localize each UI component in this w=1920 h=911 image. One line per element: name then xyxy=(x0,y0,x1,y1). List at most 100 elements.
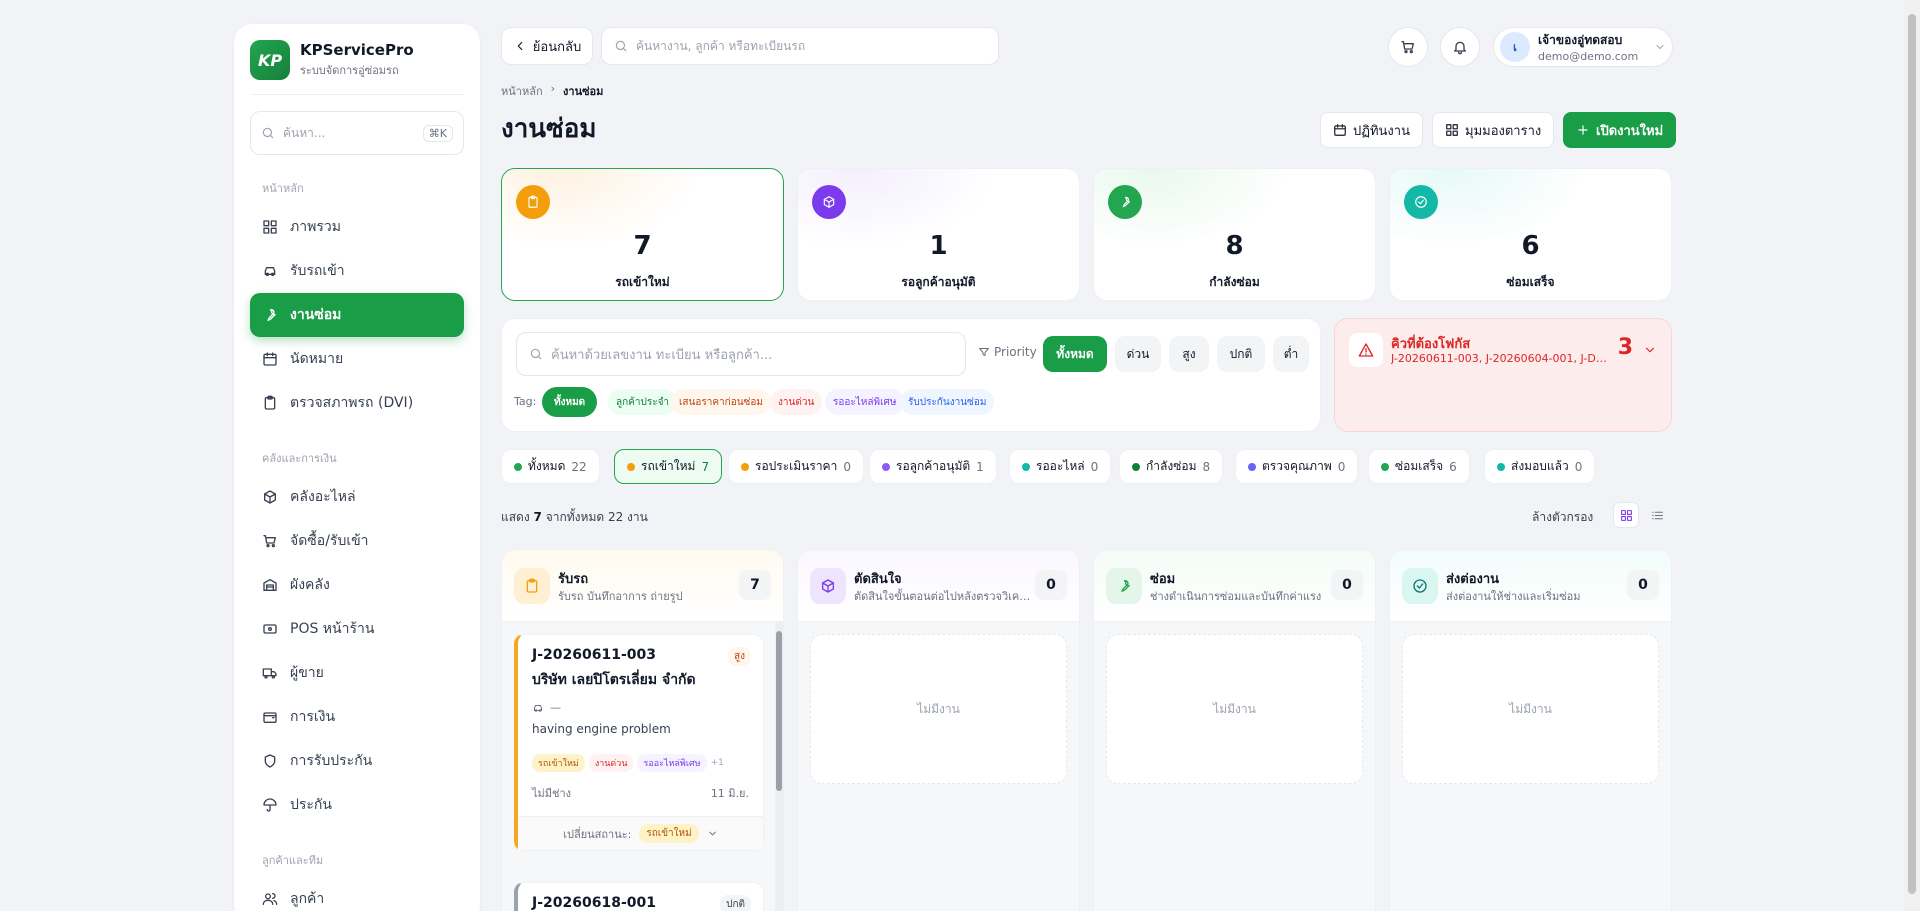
chevron-left-icon xyxy=(517,41,523,51)
back-button[interactable]: ย้อนกลับ xyxy=(501,27,593,65)
sidebar-item-warehouse-map[interactable]: ผังคลัง xyxy=(250,563,464,607)
bell-icon xyxy=(1454,41,1466,55)
column-header: ซ่อม ช่างดำเนินการซ่อมและบันทึกค่าแรง 0 xyxy=(1094,550,1375,622)
focus-queue-panel[interactable]: คิวที่ต้องโฟกัส J-20260611-003, J-202606… xyxy=(1334,318,1672,432)
sidebar-item-label: ผู้ขาย xyxy=(290,665,324,681)
sidebar-item-label: นัดหมาย xyxy=(290,351,344,367)
tag-repair-warranty[interactable]: รับประกันงานซ่อม xyxy=(900,389,995,415)
priority-urgent-button[interactable]: ด่วน xyxy=(1115,336,1161,372)
sidebar-item-vehicle-intake[interactable]: รับรถเข้า xyxy=(250,249,464,293)
breadcrumb-home[interactable]: หน้าหลัก xyxy=(501,82,543,100)
sidebar-item-label: จัดซื้อ/รับเข้า xyxy=(290,533,369,549)
status-chip-all[interactable]: ทั้งหมด 22 xyxy=(501,449,600,484)
page-title: งานซ่อม xyxy=(501,114,597,144)
plus-icon xyxy=(1578,125,1588,135)
scrollbar-thumb[interactable] xyxy=(776,631,782,791)
empty-column-placeholder: ไม่มีงาน xyxy=(1106,634,1363,784)
stat-value: 8 xyxy=(1225,231,1244,261)
status-dot xyxy=(627,462,635,471)
sidebar-item-label: ลูกค้า xyxy=(290,891,325,907)
summary-prefix: แสดง xyxy=(501,510,530,524)
column-count: 0 xyxy=(1035,570,1067,600)
calendar-icon xyxy=(263,352,277,366)
calendar-view-button[interactable]: ปฏิทินงาน xyxy=(1320,112,1423,148)
search-shortcut: ⌘K xyxy=(422,124,453,142)
box-icon xyxy=(264,490,276,504)
sidebar-item-customers[interactable]: ลูกค้า xyxy=(250,877,464,911)
column-scrollbar[interactable] xyxy=(775,621,783,911)
status-chip-quality-check[interactable]: ตรวจคุณภาพ 0 xyxy=(1235,449,1359,484)
job-card[interactable]: J-20260611-003 สูง บริษัท เลยปิโตรเลี่ยม… xyxy=(514,634,764,851)
priority-all-button[interactable]: ทั้งหมด xyxy=(1043,336,1107,372)
tag-urgent[interactable]: งานด่วน xyxy=(770,389,823,415)
priority-normal-button[interactable]: ปกติ xyxy=(1217,336,1265,372)
sidebar-item-dvi[interactable]: ตรวจสภาพรถ (DVI) xyxy=(250,381,464,425)
sidebar-item-overview[interactable]: ภาพรวม xyxy=(250,205,464,249)
clear-filters-link[interactable]: ล้างตัวกรอง xyxy=(1532,508,1593,527)
customer-name: บริษัท เลยปิโตรเลี่ยม จำกัด xyxy=(532,672,696,688)
status-chip-awaiting-approval[interactable]: รอลูกค้าอนุมัติ 1 xyxy=(869,449,997,484)
users-icon xyxy=(262,893,278,905)
job-search-placeholder: ค้นหาด้วยเลขงาน ทะเบียน หรือลูกค้า... xyxy=(551,347,773,363)
page-scrollbar[interactable] xyxy=(1904,0,1920,911)
sidebar-item-purchasing[interactable]: จัดซื้อ/รับเข้า xyxy=(250,519,464,563)
empty-column-placeholder: ไม่มีงาน xyxy=(810,634,1067,784)
job-card[interactable]: J-20260618-001 ปกติ xyxy=(514,882,764,911)
priority-low-button[interactable]: ต่ำ xyxy=(1273,336,1309,372)
clipboard-icon xyxy=(516,185,550,219)
calendar-icon xyxy=(1334,124,1346,136)
notifications-button[interactable] xyxy=(1440,27,1480,67)
kanban-column-handoff: ส่งต่องาน ส่งต่องานให้ช่างและเริ่มซ่อม 0… xyxy=(1389,549,1672,911)
shield-icon xyxy=(264,754,276,768)
chevron-down-icon[interactable] xyxy=(1643,343,1657,357)
stat-card-in-repair[interactable]: 8 กำลังซ่อม xyxy=(1093,168,1376,301)
sidebar-search-input[interactable]: ค้นหา... ⌘K xyxy=(250,111,464,155)
stat-card-completed[interactable]: 6 ซ่อมเสร็จ xyxy=(1389,168,1672,301)
change-status-dropdown[interactable]: เปลี่ยนสถานะ: รถเข้าใหม่ xyxy=(518,816,763,850)
box-icon xyxy=(812,185,846,219)
sidebar-item-insurance[interactable]: ประกัน xyxy=(250,783,464,827)
tag-regular-customer[interactable]: ลูกค้าประจำ xyxy=(608,389,678,415)
new-job-button[interactable]: เปิดงานใหม่ xyxy=(1563,112,1677,148)
priority-badge: ปกติ xyxy=(720,895,751,911)
cart-button[interactable] xyxy=(1388,27,1428,67)
status-chip-new-vehicles[interactable]: รถเข้าใหม่ 7 xyxy=(614,449,723,484)
stat-card-new-vehicles[interactable]: 7 รถเข้าใหม่ xyxy=(501,168,784,301)
status-chip-awaiting-estimate[interactable]: รอประเมินราคา 0 xyxy=(728,449,864,484)
global-search-input[interactable]: ค้นหางาน, ลูกค้า หรือทะเบียนรถ xyxy=(601,27,999,65)
status-dot xyxy=(1497,462,1505,471)
stat-label: ซ่อมเสร็จ xyxy=(1506,275,1555,289)
column-count: 0 xyxy=(1627,570,1659,600)
status-chip-label: รออะไหล่ xyxy=(1036,459,1085,473)
sidebar-item-warranty[interactable]: การรับประกัน xyxy=(250,739,464,783)
column-subtitle: รับรถ บันทึกอาการ ถ่ายรูป xyxy=(558,590,683,603)
list-icon xyxy=(1651,511,1663,519)
stat-label: รอลูกค้าอนุมัติ xyxy=(901,275,976,289)
board-view-toggle[interactable] xyxy=(1613,502,1639,528)
status-chip-delivered[interactable]: ส่งมอบแล้ว 0 xyxy=(1484,449,1596,484)
list-view-toggle[interactable] xyxy=(1644,502,1670,528)
sidebar-item-parts-inventory[interactable]: คลังอะไหล่ xyxy=(250,475,464,519)
sidebar-item-appointments[interactable]: นัดหมาย xyxy=(250,337,464,381)
status-chip-completed[interactable]: ซ่อมเสร็จ 6 xyxy=(1368,449,1470,484)
job-tag: รถเข้าใหม่ xyxy=(532,754,585,772)
column-header: ตัดสินใจ ตัดสินใจขั้นตอนต่อไปหลังตรวจวิเ… xyxy=(798,550,1079,622)
sidebar-item-pos[interactable]: POS หน้าร้าน xyxy=(250,607,464,651)
stat-value: 6 xyxy=(1521,231,1540,261)
status-badge: รถเข้าใหม่ xyxy=(639,824,699,843)
tag-special-parts[interactable]: รออะไหล่พิเศษ xyxy=(825,389,905,415)
status-chip-awaiting-parts[interactable]: รออะไหล่ 0 xyxy=(1009,449,1112,484)
status-chip-in-repair[interactable]: กำลังซ่อม 8 xyxy=(1119,449,1224,484)
user-menu[interactable]: เ เจ้าของอู่ทดสอบ demo@demo.com xyxy=(1493,27,1673,67)
tag-quote-before-repair[interactable]: เสนอราคาก่อนซ่อม xyxy=(671,389,771,415)
job-search-input[interactable]: ค้นหาด้วยเลขงาน ทะเบียน หรือลูกค้า... xyxy=(516,332,966,376)
sidebar-item-vendors[interactable]: ผู้ขาย xyxy=(250,651,464,695)
stat-card-awaiting-approval[interactable]: 1 รอลูกค้าอนุมัติ xyxy=(797,168,1080,301)
scrollbar-thumb[interactable] xyxy=(1908,14,1916,894)
tag-all[interactable]: ทั้งหมด xyxy=(542,387,598,417)
priority-high-button[interactable]: สูง xyxy=(1169,336,1209,372)
sidebar-item-repair-jobs[interactable]: งานซ่อม xyxy=(250,293,464,337)
sidebar-item-finance[interactable]: การเงิน xyxy=(250,695,464,739)
brand[interactable]: KP KPServicePro ระบบจัดการอู่ซ่อมรถ xyxy=(250,38,464,95)
table-view-button[interactable]: มุมมองตาราง xyxy=(1432,112,1555,148)
